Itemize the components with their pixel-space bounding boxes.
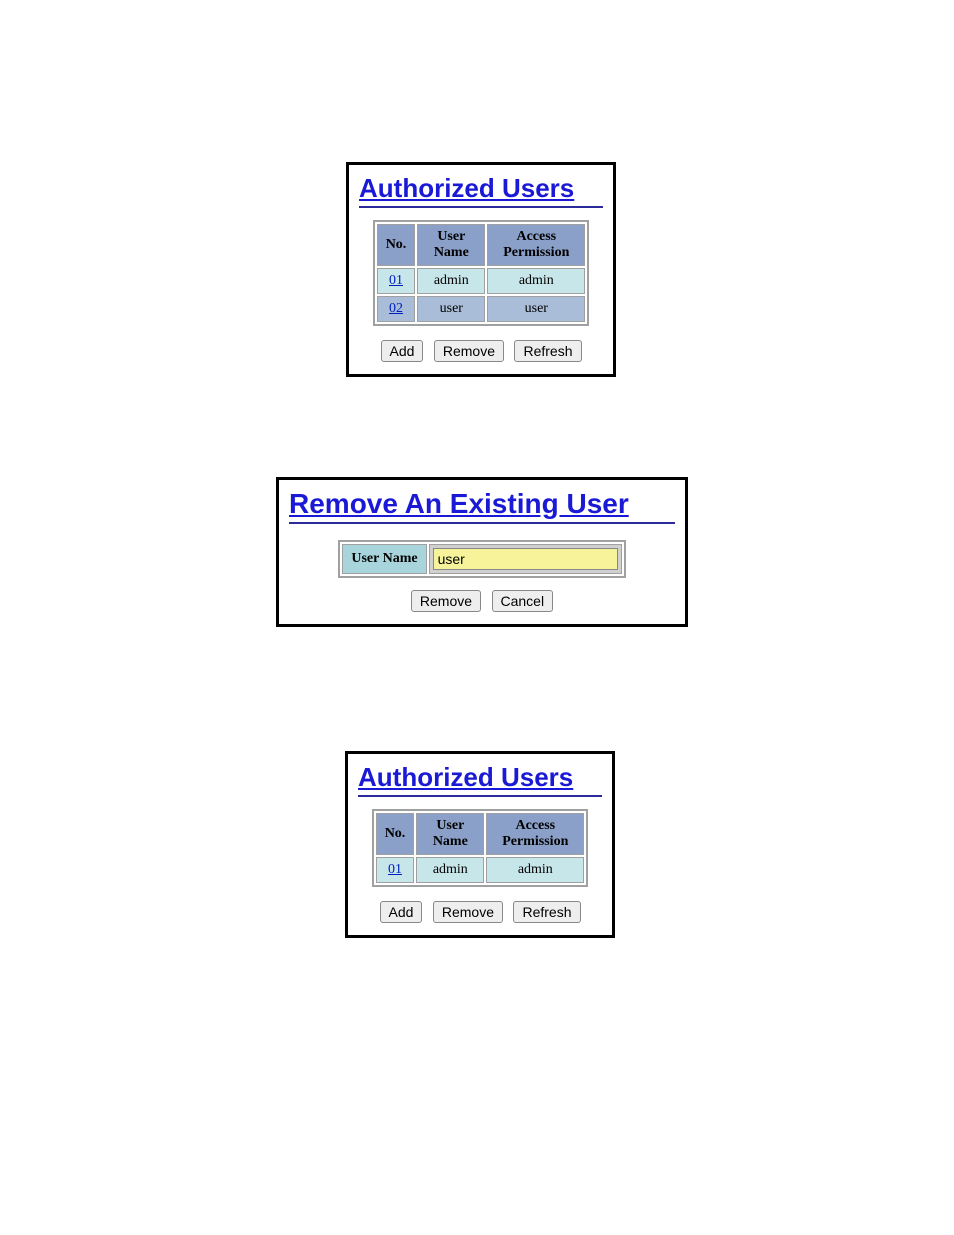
user-name-label: User Name [342,544,426,574]
remove-button[interactable]: Remove [433,901,503,923]
button-row: Remove Cancel [289,590,675,612]
authorized-users-panel: Authorized Users No. User Name Access Pe… [346,162,616,377]
panel-title: Remove An Existing User [289,488,675,520]
table-row: 02 user user [377,296,586,322]
user-no-link[interactable]: 02 [389,301,403,316]
cell-access-permission: user [487,296,585,322]
users-table: No. User Name Access Permission 01 admin… [372,809,589,887]
remove-button[interactable]: Remove [434,340,504,362]
col-no: No. [376,813,415,855]
user-no-link[interactable]: 01 [388,862,402,877]
cell-user-name: admin [416,857,484,883]
refresh-button[interactable]: Refresh [513,901,580,923]
add-button[interactable]: Add [381,340,424,362]
add-button[interactable]: Add [380,901,423,923]
remove-user-form: User Name [338,540,625,578]
button-row: Add Remove Refresh [358,901,602,923]
divider [359,206,603,208]
col-access-permission: Access Permission [487,224,585,266]
table-row: 01 admin admin [376,857,585,883]
cell-user-name: admin [417,268,485,294]
users-table: No. User Name Access Permission 01 admin… [373,220,590,326]
table-row: 01 admin admin [377,268,586,294]
table-header-row: No. User Name Access Permission [376,813,585,855]
remove-user-panel: Remove An Existing User User Name Remove… [276,477,688,627]
button-row: Add Remove Refresh [359,340,603,362]
user-name-field-cell [429,544,622,574]
divider [358,795,602,797]
col-access-permission: Access Permission [486,813,584,855]
cell-access-permission: admin [486,857,584,883]
user-no-link[interactable]: 01 [389,273,403,288]
remove-button[interactable]: Remove [411,590,481,612]
col-user-name: User Name [417,224,485,266]
cell-access-permission: admin [487,268,585,294]
cancel-button[interactable]: Cancel [492,590,554,612]
table-header-row: No. User Name Access Permission [377,224,586,266]
col-no: No. [377,224,416,266]
panel-title: Authorized Users [358,762,602,793]
col-user-name: User Name [416,813,484,855]
panel-title: Authorized Users [359,173,603,204]
cell-user-name: user [417,296,485,322]
user-name-input[interactable] [433,548,618,570]
divider [289,522,675,524]
refresh-button[interactable]: Refresh [514,340,581,362]
authorized-users-panel: Authorized Users No. User Name Access Pe… [345,751,615,938]
